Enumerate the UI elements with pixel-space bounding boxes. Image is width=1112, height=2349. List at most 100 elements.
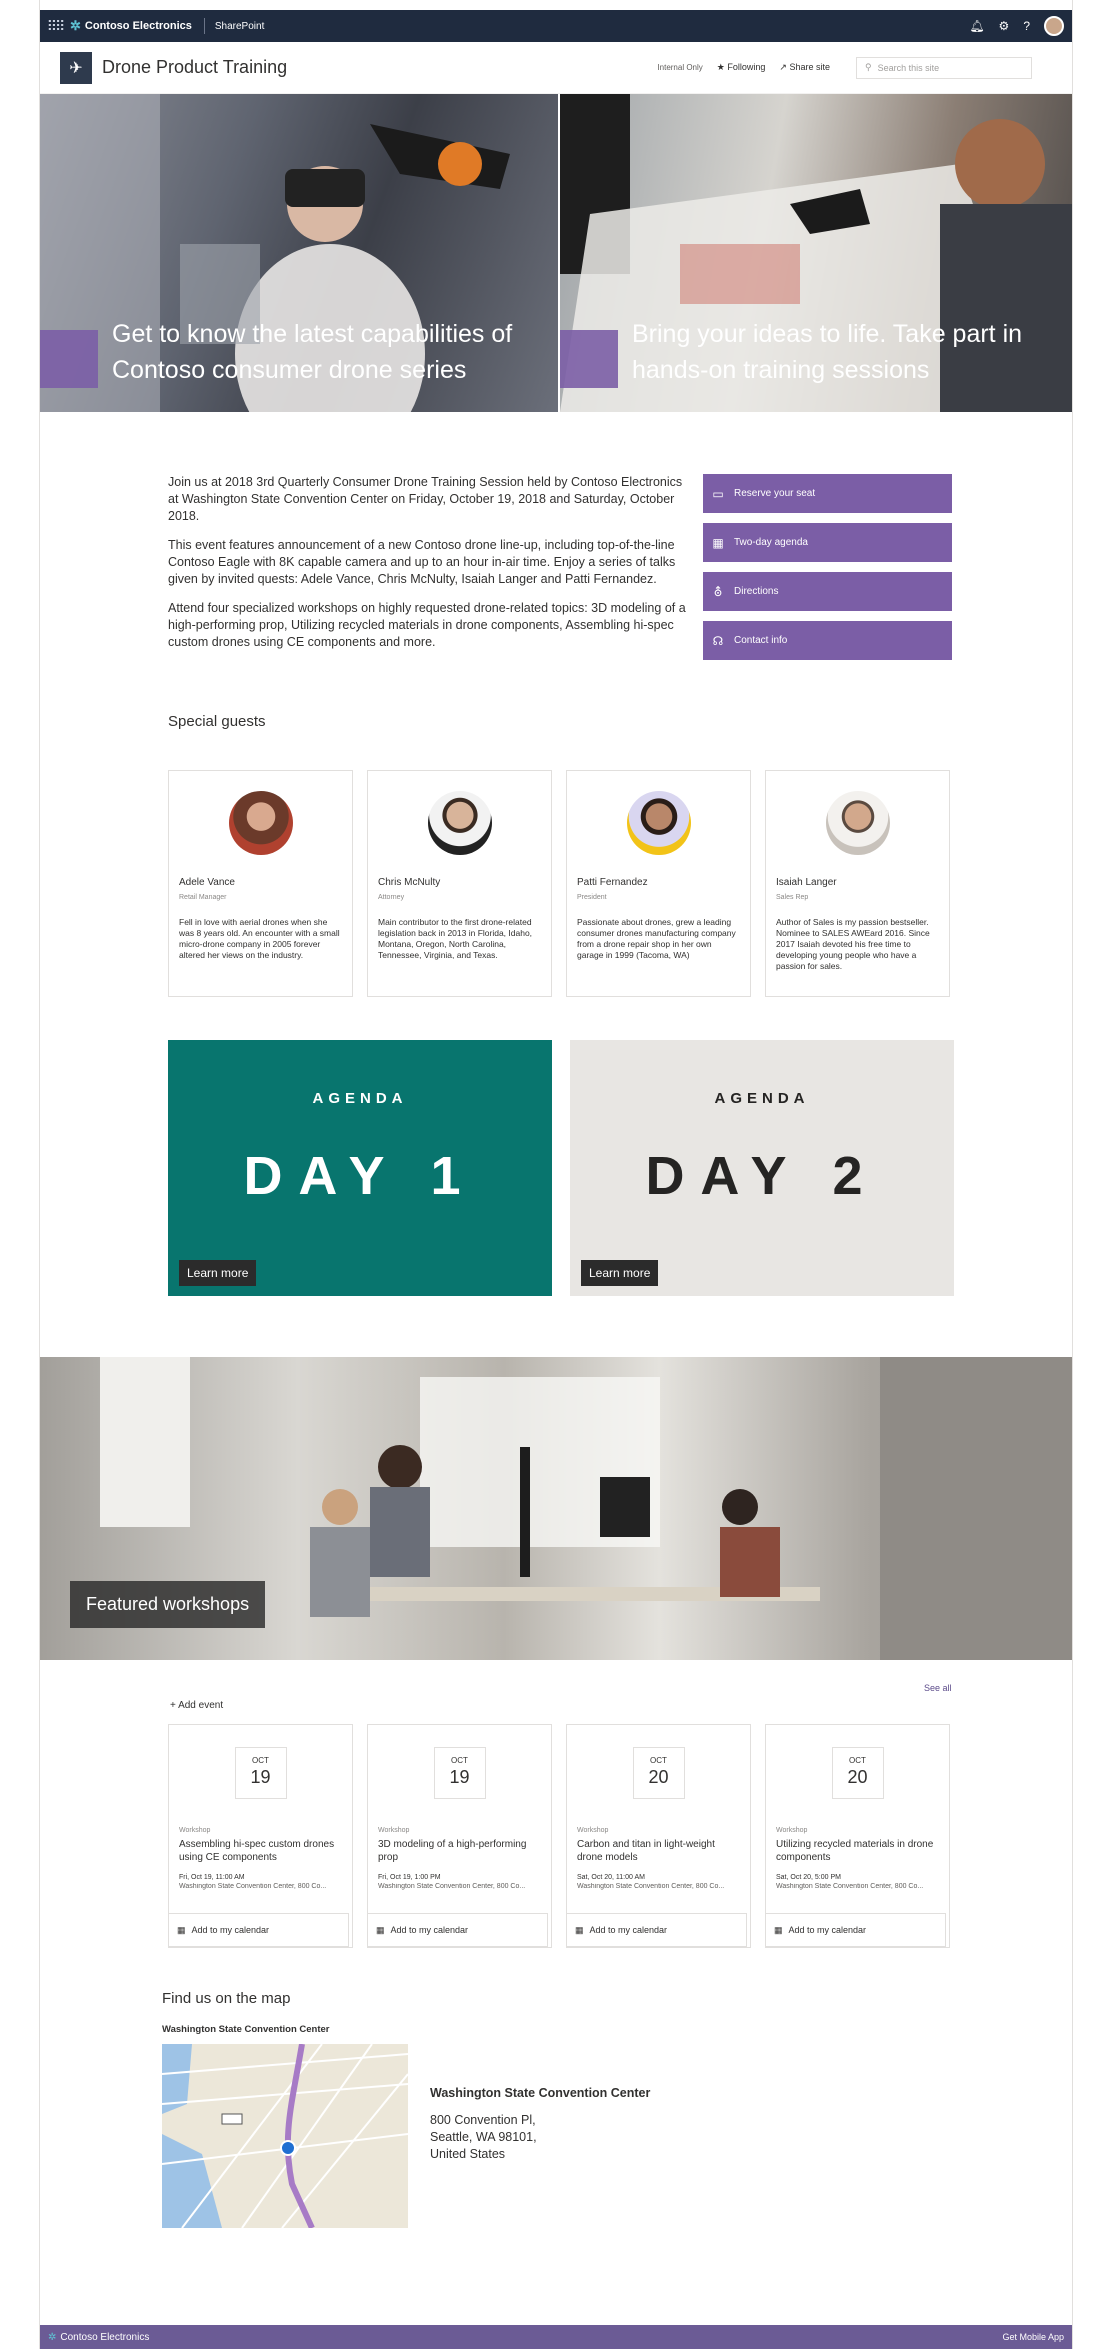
- footer: ✲ Contoso Electronics Get Mobile App: [40, 2325, 1072, 2349]
- add-event-label: Add event: [178, 1700, 224, 1711]
- hero-tile-2[interactable]: Bring your ideas to life. Take part in h…: [560, 94, 1072, 412]
- hero-caption: Bring your ideas to life. Take part in h…: [632, 320, 1023, 384]
- event-date: OCT 20: [831, 1747, 884, 1799]
- quick-link-agenda[interactable]: ▦ Two-day agenda: [703, 523, 952, 562]
- event-time: Sat, Oct 20, 5:00 PM: [776, 1874, 841, 1881]
- search-input[interactable]: ⚲ Search this site: [856, 56, 1032, 79]
- quick-link-reserve-seat[interactable]: ▭ Reserve your seat: [703, 474, 952, 513]
- guest-card[interactable]: Adele Vance Retail Manager Fell in love …: [168, 770, 353, 997]
- calendar-icon: ▦: [376, 1924, 385, 1935]
- add-to-calendar-button[interactable]: ▦ Add to my calendar: [766, 1913, 946, 1947]
- event-type: Workshop: [378, 1827, 410, 1834]
- event-title: Utilizing recycled materials in drone co…: [776, 1839, 934, 1863]
- add-event-button[interactable]: + Add event: [170, 1700, 223, 1711]
- event-location: Washington State Convention Center, 800 …: [179, 1883, 327, 1890]
- agenda-day-1-tile[interactable]: AGENDA DAY 1 Learn more: [168, 1040, 552, 1296]
- event-date: OCT 19: [433, 1747, 486, 1799]
- guests-heading: Special guests: [168, 713, 266, 730]
- agenda-label: AGENDA: [312, 1090, 408, 1107]
- guest-card[interactable]: Isaiah Langer Sales Rep Author of Sales …: [765, 770, 950, 997]
- map[interactable]: [162, 2044, 408, 2228]
- guest-card[interactable]: Chris McNulty Attorney Main contributor …: [367, 770, 552, 997]
- event-card[interactable]: OCT 19 Workshop Assembling hi-spec custom…: [168, 1724, 353, 1948]
- avatar[interactable]: [1044, 16, 1064, 36]
- event-date: OCT 20: [632, 1747, 685, 1799]
- add-to-calendar-label: Add to my calendar: [589, 1925, 668, 1935]
- event-month: OCT: [650, 1756, 667, 1765]
- site-title[interactable]: Drone Product Training: [102, 57, 287, 78]
- calendar-icon: ▦: [177, 1924, 186, 1935]
- suite-bar: ⠿⠿ ✲ Contoso Electronics SharePoint 🔔︎ ⚙…: [40, 10, 1072, 42]
- guests-list: Adele Vance Retail Manager Fell in love …: [168, 770, 952, 997]
- event-card[interactable]: OCT 19 Workshop 3D modeling of a high-per…: [367, 1724, 552, 1948]
- add-to-calendar-button[interactable]: ▦ Add to my calendar: [169, 1913, 349, 1947]
- venue-name: Washington State Convention Center: [430, 2086, 651, 2100]
- get-mobile-app-link[interactable]: Get Mobile App: [1002, 2332, 1064, 2342]
- add-to-calendar-label: Add to my calendar: [390, 1925, 469, 1935]
- share-button[interactable]: ↗ Share site: [779, 62, 830, 73]
- help-icon[interactable]: ?: [1023, 19, 1030, 33]
- intro-text: Join us at 2018 3rd Quarterly Consumer D…: [168, 474, 688, 663]
- address-line: 800 Convention Pl,: [430, 2113, 536, 2127]
- event-card[interactable]: OCT 20 Workshop Utilizing recycled materi…: [765, 1724, 950, 1948]
- guest-card[interactable]: Patti Fernandez President Passionate abo…: [566, 770, 751, 997]
- footer-brand[interactable]: Contoso Electronics: [60, 2332, 149, 2343]
- quick-link-directions[interactable]: ⛢ Directions: [703, 572, 952, 611]
- add-to-calendar-button[interactable]: ▦ Add to my calendar: [567, 1913, 747, 1947]
- hero-accent-bar: [40, 330, 98, 388]
- event-day: 19: [250, 1767, 271, 1787]
- follow-label: Following: [727, 62, 766, 72]
- event-day: 20: [648, 1767, 669, 1787]
- guest-name: Isaiah Langer: [776, 877, 837, 888]
- quick-link-contact[interactable]: ☊ Contact info: [703, 621, 952, 660]
- footer-logo-icon: ✲: [48, 2331, 57, 2343]
- site-header: ✈ Drone Product Training Internal Only ★…: [40, 42, 1072, 94]
- ticket-icon: ▭: [712, 486, 724, 501]
- learn-more-button[interactable]: Learn more: [179, 1260, 257, 1286]
- workshops-banner-label: Featured workshops: [70, 1581, 266, 1628]
- map-image: [162, 2044, 408, 2228]
- event-time: Fri, Oct 19, 1:00 PM: [378, 1874, 441, 1881]
- events-list: OCT 19 Workshop Assembling hi-spec custom…: [168, 1724, 950, 1948]
- map-address: Washington State Convention Center 800 C…: [430, 2085, 650, 2163]
- intro-paragraph: Join us at 2018 3rd Quarterly Consumer D…: [168, 475, 683, 523]
- gear-icon[interactable]: ⚙: [999, 19, 1010, 33]
- event-location: Washington State Convention Center, 800 …: [776, 1883, 924, 1890]
- site-logo-drone-icon[interactable]: ✈: [60, 51, 92, 84]
- calendar-icon: ▦: [575, 1924, 584, 1935]
- plus-icon: +: [170, 1700, 176, 1711]
- star-icon: ★: [716, 62, 725, 72]
- agenda-day-2-tile[interactable]: AGENDA DAY 2 Learn more: [570, 1040, 954, 1296]
- guest-description: Passionate about drones, grew a leading …: [577, 917, 736, 960]
- bell-icon[interactable]: 🔔︎: [969, 19, 984, 33]
- event-type: Workshop: [179, 1827, 211, 1834]
- address-line: Seattle, WA 98101,: [430, 2130, 537, 2144]
- guest-name: Chris McNulty: [378, 877, 441, 888]
- contoso-logo-icon: ✲: [70, 18, 81, 33]
- app-name[interactable]: SharePoint: [205, 21, 264, 32]
- event-title: 3D modeling of a high-performing prop: [378, 1839, 527, 1863]
- add-to-calendar-button[interactable]: ▦ Add to my calendar: [368, 1913, 548, 1947]
- agenda-day: DAY 2: [645, 1146, 879, 1206]
- event-title: Carbon and titan in light-weight drone m…: [577, 1839, 715, 1863]
- add-to-calendar-label: Add to my calendar: [191, 1925, 270, 1935]
- learn-more-button[interactable]: Learn more: [581, 1260, 659, 1286]
- workshops-banner[interactable]: Featured workshops: [40, 1357, 1072, 1660]
- event-time: Fri, Oct 19, 11:00 AM: [179, 1874, 245, 1881]
- brand[interactable]: ✲ Contoso Electronics: [70, 18, 205, 34]
- event-card[interactable]: OCT 20 Workshop Carbon and titan in light…: [566, 1724, 751, 1948]
- see-all-link[interactable]: See all: [924, 1683, 952, 1693]
- guest-description: Fell in love with aerial drones when she…: [179, 917, 340, 960]
- hero-tile-1[interactable]: Get to know the latest capabilities of C…: [40, 94, 558, 412]
- follow-button[interactable]: ★ Following: [717, 62, 766, 73]
- event-day: 19: [449, 1767, 470, 1787]
- share-icon: ↗: [779, 62, 787, 72]
- calendar-icon: ▦: [712, 535, 724, 550]
- guest-role: Retail Manager: [179, 894, 227, 901]
- event-date: OCT 19: [234, 1747, 287, 1799]
- guest-role: President: [577, 894, 607, 901]
- brand-name: Contoso Electronics: [84, 20, 192, 32]
- quick-links: ▭ Reserve your seat ▦ Two-day agenda ⛢ Dire…: [703, 474, 952, 670]
- app-launcher-icon[interactable]: ⠿⠿: [40, 18, 70, 35]
- event-location: Washington State Convention Center, 800 …: [577, 1883, 725, 1890]
